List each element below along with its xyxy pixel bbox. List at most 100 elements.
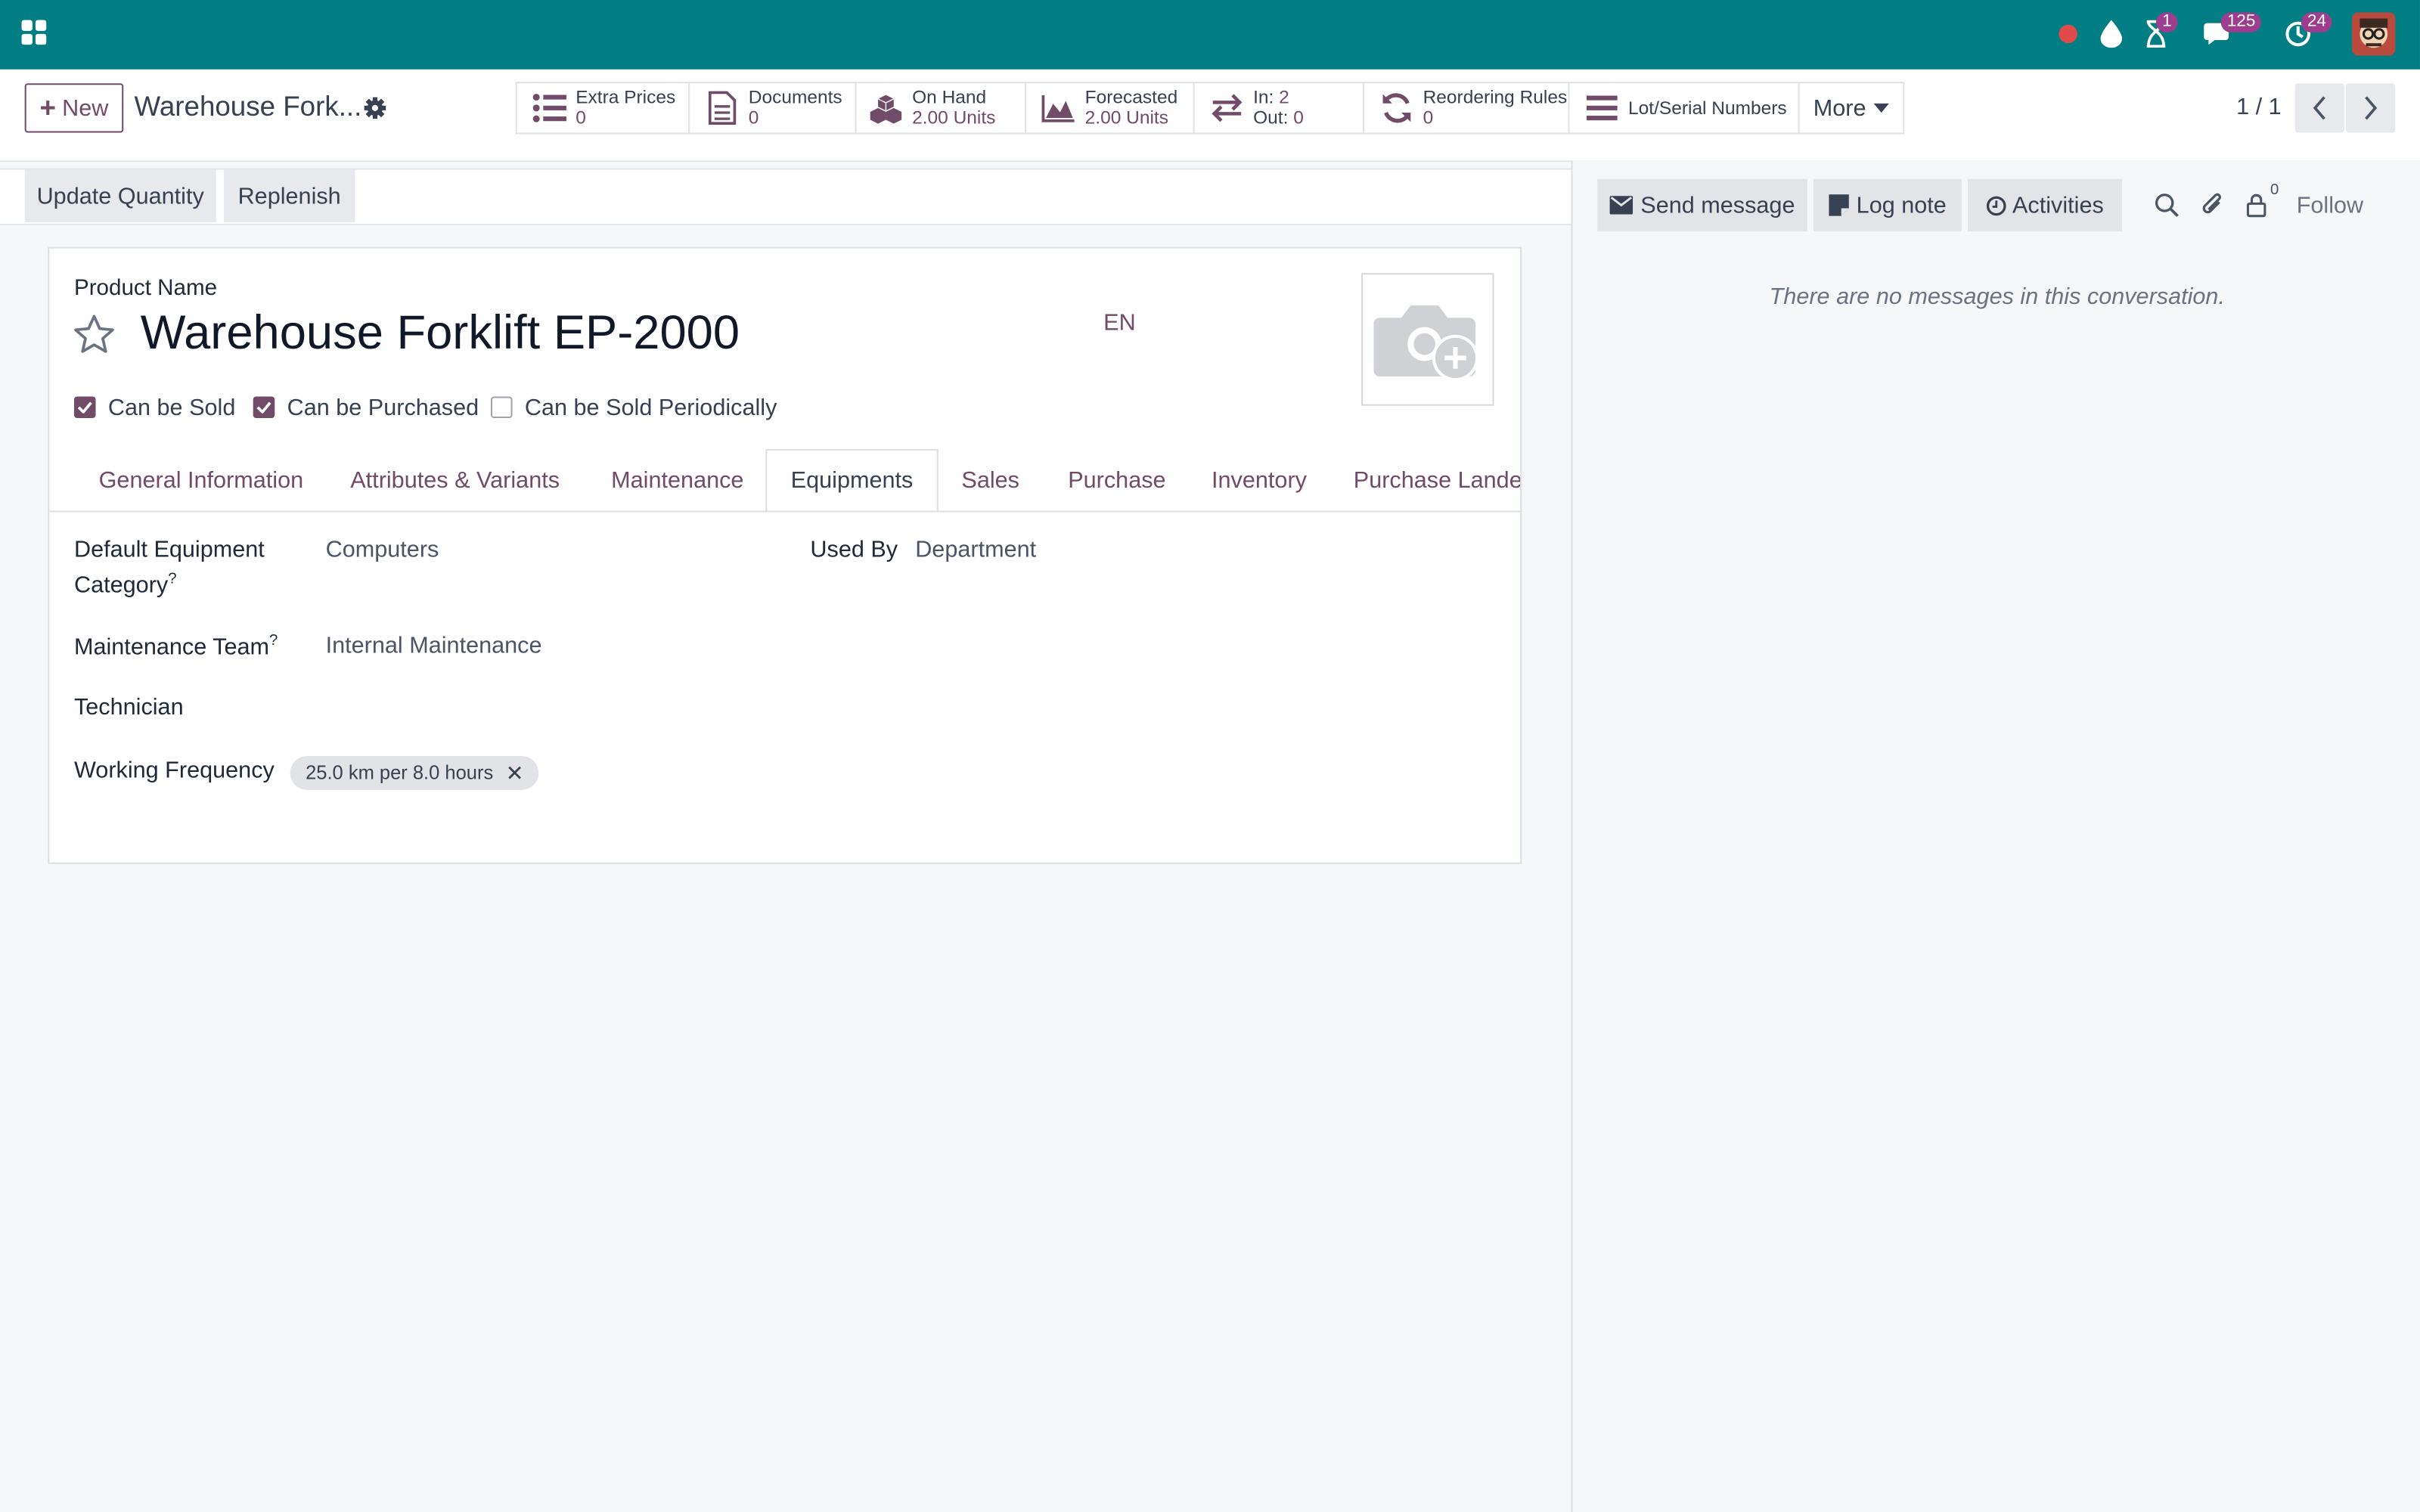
smart-value: 2.00 Units (912, 106, 996, 129)
extra-prices-button[interactable]: Extra Prices 0 (515, 82, 690, 135)
smart-value: 2.00 Units (1084, 106, 1168, 129)
remove-tag-icon[interactable]: ✕ (506, 760, 524, 786)
smart-value: 0 (576, 106, 586, 129)
product-name-field[interactable]: Warehouse Forklift EP-2000 (141, 305, 740, 361)
maintenance-team-label-text: Maintenance Team (73, 634, 270, 661)
default-equipment-category-field[interactable]: Computers (326, 537, 439, 563)
activities-label: Activities (2012, 192, 2104, 218)
envelope-icon (1609, 196, 1634, 215)
smart-title: Documents (748, 86, 842, 108)
next-record-button[interactable] (2346, 83, 2396, 133)
exchange-icon (1210, 91, 1244, 125)
working-frequency-tag-label: 25.0 km per 8.0 hours (306, 762, 494, 784)
product-image-upload[interactable] (1360, 273, 1494, 406)
notebook-tabs: General Information Attributes & Variant… (49, 448, 1521, 513)
paperclip-icon[interactable] (2199, 191, 2227, 219)
document-icon (706, 91, 740, 125)
reordering-rules-button[interactable]: Reordering Rules 0 (1363, 82, 1570, 135)
tab-purchase-landed[interactable]: Purchase Landed (1329, 449, 1520, 511)
can-be-sold-checkbox[interactable]: Can be Sold (73, 393, 236, 421)
technician-label: Technician (73, 694, 184, 721)
breadcrumb[interactable]: Warehouse Fork... (135, 91, 362, 123)
activities-button[interactable]: Activities (1968, 178, 2123, 232)
chatter-panel: Send message Log note Activities 0 Follo… (1571, 160, 2420, 1512)
search-icon[interactable] (2153, 191, 2181, 219)
no-messages-text: There are no messages in this conversati… (1769, 284, 2225, 311)
language-button[interactable]: EN (1103, 310, 1136, 336)
chat-badge: 125 (2220, 12, 2262, 33)
help-mark[interactable]: ? (168, 571, 176, 587)
favorite-star-icon[interactable] (73, 313, 116, 356)
can-be-sold-periodically-label: Can be Sold Periodically (524, 394, 777, 421)
maintenance-team-label: Maintenance Team? (74, 633, 278, 661)
tab-inventory[interactable]: Inventory (1187, 449, 1331, 511)
out-label: Out: (1253, 106, 1289, 129)
working-frequency-label: Working Frequency (73, 758, 275, 784)
more-button[interactable]: More (1798, 82, 1905, 135)
smart-value: 0 (1423, 106, 1434, 129)
lot-serial-numbers-button[interactable]: Lot/Serial Numbers (1568, 82, 1800, 135)
new-button[interactable]: + New (24, 83, 124, 133)
clock-icon (1986, 195, 2006, 215)
updates-icon[interactable]: 24 (2282, 12, 2333, 49)
refresh-icon (1379, 91, 1413, 125)
smart-title: Extra Prices (576, 86, 676, 108)
working-frequency-tag: 25.0 km per 8.0 hours ✕ (290, 755, 539, 790)
activity-hourglass-icon[interactable]: 1 (2141, 12, 2178, 49)
gear-icon[interactable] (363, 96, 388, 121)
technician-field[interactable] (326, 694, 789, 725)
pager-value[interactable]: 1 / 1 (2236, 94, 2282, 120)
smart-title: Forecasted (1084, 86, 1178, 108)
default-equipment-category-label-line1: Default Equipment (73, 537, 265, 563)
update-quantity-button[interactable]: Update Quantity (24, 169, 216, 222)
used-by-label: Used By (810, 537, 898, 563)
tab-attributes-variants[interactable]: Attributes & Variants (326, 449, 585, 511)
chat-icon[interactable]: 125 (2202, 12, 2262, 49)
list-icon (532, 91, 566, 125)
help-mark[interactable]: ? (269, 633, 278, 649)
tab-purchase[interactable]: Purchase (1044, 449, 1191, 511)
smart-title: Reordering Rules (1423, 86, 1568, 108)
product-name-label: Product Name (73, 276, 218, 301)
control-panel: + New Warehouse Fork... Extra Prices 0 Doc… (0, 69, 2420, 163)
tab-general-information[interactable]: General Information (74, 449, 328, 511)
tab-maintenance[interactable]: Maintenance (587, 449, 769, 511)
in-out-button[interactable]: In: 2 Out: 0 (1193, 82, 1365, 135)
can-be-sold-periodically-checkbox[interactable]: Can be Sold Periodically (490, 393, 777, 421)
in-label: In: (1253, 86, 1274, 108)
can-be-purchased-label: Can be Purchased (287, 394, 479, 421)
tab-equipments[interactable]: Equipments (765, 448, 939, 511)
chevron-right-icon (2365, 96, 2378, 120)
recording-dot-icon[interactable] (2052, 18, 2083, 49)
replenish-button[interactable]: Replenish (223, 169, 355, 222)
tab-sales[interactable]: Sales (937, 449, 1044, 511)
log-note-button[interactable]: Log note (1813, 178, 1962, 232)
forecasted-button[interactable]: Forecasted 2.00 Units (1025, 82, 1195, 135)
user-avatar[interactable] (2352, 12, 2396, 56)
on-hand-button[interactable]: On Hand 2.00 Units (855, 82, 1027, 135)
smart-title: On Hand (912, 86, 987, 108)
chevron-left-icon (2313, 96, 2325, 120)
follow-button[interactable]: Follow (2297, 193, 2363, 219)
send-message-button[interactable]: Send message (1597, 178, 1807, 232)
documents-button[interactable]: Documents 0 (688, 82, 857, 135)
updates-badge: 24 (2301, 12, 2333, 33)
more-label: More (1813, 94, 1866, 122)
camera-plus-icon (1373, 305, 1479, 382)
smart-value: 0 (748, 106, 759, 129)
used-by-field[interactable]: Department (915, 537, 1036, 563)
previous-record-button[interactable] (2294, 83, 2344, 133)
apps-menu-icon[interactable] (21, 20, 50, 48)
maintenance-team-field[interactable]: Internal Maintenance (326, 633, 542, 659)
new-button-label: New (62, 94, 109, 122)
form-sheet: Product Name Warehouse Forklift EP-2000 … (48, 246, 1522, 864)
followers-count: 0 (2270, 181, 2279, 200)
checkbox-unchecked-icon (490, 396, 513, 419)
note-icon (1828, 194, 1849, 216)
drop-icon[interactable] (2096, 18, 2127, 49)
in-value: 2 (1279, 86, 1289, 108)
can-be-sold-label: Can be Sold (107, 394, 236, 421)
followers-lock-icon[interactable]: 0 (2242, 182, 2279, 219)
can-be-purchased-checkbox[interactable]: Can be Purchased (253, 393, 479, 421)
out-value: 0 (1293, 106, 1304, 129)
